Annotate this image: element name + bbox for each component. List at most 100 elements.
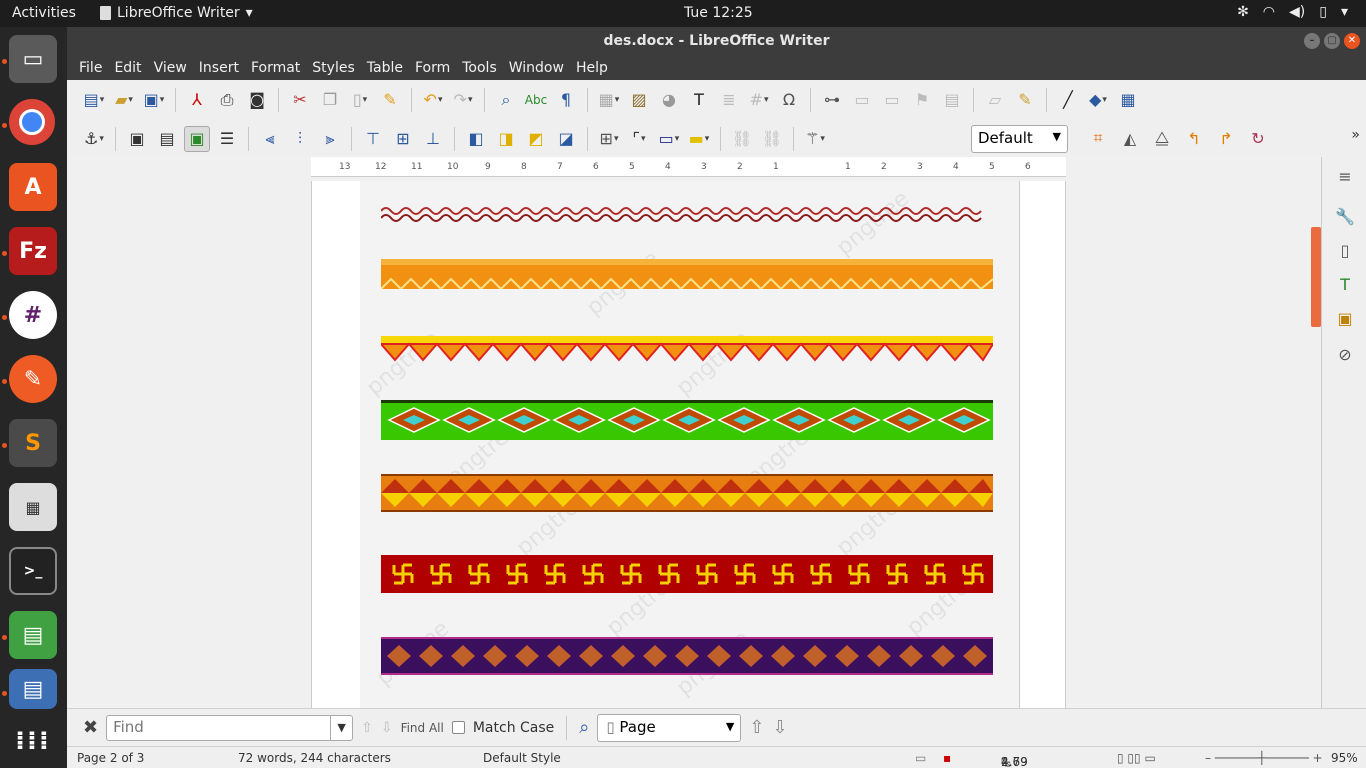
menu-format[interactable]: Format bbox=[245, 60, 306, 76]
horizontal-ruler[interactable]: 13 12 11 10 9 8 7 6 5 4 3 2 1 1 2 3 4 5 … bbox=[311, 157, 1066, 177]
view-layout-icons[interactable]: ▯ ▯▯ ▭ bbox=[1117, 751, 1156, 765]
find-input[interactable]: Find ▼ bbox=[106, 714, 354, 741]
overflow-chevron-icon[interactable]: » bbox=[1351, 127, 1360, 143]
align-center-icon[interactable]: ⫶ bbox=[287, 126, 313, 152]
software-icon[interactable]: A bbox=[9, 163, 57, 211]
anchor-icon[interactable]: ⚓ bbox=[81, 126, 107, 152]
menu-tools[interactable]: Tools bbox=[456, 60, 503, 76]
menu-form[interactable]: Form bbox=[409, 60, 456, 76]
apps-grid-icon[interactable]: ⁞⁞⁞ bbox=[9, 717, 57, 765]
find-next-icon[interactable]: ⇩ bbox=[381, 720, 393, 736]
print-preview-icon[interactable]: ◙ bbox=[244, 87, 270, 113]
sidebar-menu-icon[interactable]: ≡ bbox=[1334, 165, 1356, 187]
align-bottom-icon[interactable]: ⊥ bbox=[420, 126, 446, 152]
image-frame[interactable]: pngtree pngtree pngtree pngtree pngtree … bbox=[360, 181, 1020, 708]
wrap-off-icon[interactable]: ▣ bbox=[124, 126, 150, 152]
insert-textbox-icon[interactable]: T bbox=[686, 87, 712, 113]
selection-mode-icon[interactable]: ▭ bbox=[915, 751, 926, 765]
insert-field-icon[interactable]: # bbox=[746, 87, 772, 113]
navigate-down-icon[interactable]: ⇩ bbox=[772, 717, 787, 738]
postman-icon[interactable]: ✎ bbox=[9, 355, 57, 403]
minimize-button[interactable]: – bbox=[1304, 33, 1320, 49]
border-color-icon[interactable]: ▭ bbox=[656, 126, 682, 152]
send-backward-icon[interactable]: ◨ bbox=[493, 126, 519, 152]
copy-icon[interactable]: ❐ bbox=[317, 87, 343, 113]
undo-icon[interactable]: ↶ bbox=[420, 87, 446, 113]
navigator-icon[interactable]: ⊘ bbox=[1334, 343, 1356, 365]
properties-icon[interactable]: 🔧 bbox=[1334, 205, 1356, 227]
endnote-icon[interactable]: ▭ bbox=[879, 87, 905, 113]
export-pdf-icon[interactable]: ⅄ bbox=[184, 87, 210, 113]
chevron-down-icon[interactable]: ▼ bbox=[330, 715, 352, 740]
search-type-select[interactable]: ▯ Page ▼ bbox=[597, 713, 742, 742]
maximize-button[interactable]: ▢ bbox=[1324, 33, 1340, 49]
save-icon[interactable]: ▣ bbox=[141, 87, 167, 113]
page-icon[interactable]: ▯ bbox=[1334, 239, 1356, 261]
menu-view[interactable]: View bbox=[148, 60, 193, 76]
basic-shapes-icon[interactable]: ◆ bbox=[1085, 87, 1111, 113]
spellcheck-icon[interactable]: Abc bbox=[523, 87, 549, 113]
cross-reference-icon[interactable]: ▤ bbox=[939, 87, 965, 113]
wrap-optimal-icon[interactable]: ▣ bbox=[184, 125, 210, 152]
terminal-icon[interactable]: >_ bbox=[9, 547, 57, 595]
menu-table[interactable]: Table bbox=[361, 60, 409, 76]
background-color-icon[interactable]: ▬ bbox=[686, 126, 712, 152]
zoom-level[interactable]: 95% bbox=[1331, 751, 1358, 765]
rotate-left-icon[interactable]: ↰ bbox=[1181, 125, 1207, 151]
flip-horizontal-icon[interactable]: ⧋ bbox=[1149, 125, 1175, 151]
menu-styles[interactable]: Styles bbox=[306, 60, 360, 76]
to-background-icon[interactable]: ◪ bbox=[553, 126, 579, 152]
filezilla-icon[interactable]: Fz bbox=[9, 227, 57, 275]
menu-file[interactable]: File bbox=[73, 60, 108, 76]
open-folder-icon[interactable]: ▰ bbox=[111, 87, 137, 113]
close-find-icon[interactable]: ✖ bbox=[83, 717, 98, 738]
bookmark-icon[interactable]: ⚑ bbox=[909, 87, 935, 113]
rotate-icon[interactable]: ↻ bbox=[1245, 125, 1271, 151]
align-top-icon[interactable]: ⊤ bbox=[360, 126, 386, 152]
menu-insert[interactable]: Insert bbox=[193, 60, 245, 76]
align-left-icon[interactable]: ⫷ bbox=[257, 126, 283, 152]
align-right-icon[interactable]: ⫸ bbox=[317, 126, 343, 152]
clone-formatting-icon[interactable]: ✎ bbox=[377, 87, 403, 113]
sublime-icon[interactable]: S bbox=[9, 419, 57, 467]
frame-style-select[interactable]: Default ▼ bbox=[971, 125, 1068, 153]
find-previous-icon[interactable]: ⇧ bbox=[361, 720, 373, 736]
insert-table-icon[interactable]: ▦ bbox=[596, 87, 622, 113]
volume-icon[interactable]: ◀) bbox=[1289, 4, 1305, 20]
insert-image-icon[interactable]: ▨ bbox=[626, 87, 652, 113]
activities-button[interactable]: Activities bbox=[12, 5, 76, 21]
find-all-button[interactable]: Find All bbox=[401, 721, 444, 735]
border-style-icon[interactable]: ⌜ bbox=[626, 126, 652, 152]
system-tray[interactable]: ✻ ◠ ◀) ▯ ▾ bbox=[1237, 4, 1348, 20]
close-button[interactable]: ✕ bbox=[1344, 33, 1360, 49]
to-foreground-icon[interactable]: ◩ bbox=[523, 126, 549, 152]
page-style[interactable]: Default Style bbox=[483, 751, 561, 765]
new-document-icon[interactable]: ▤ bbox=[81, 87, 107, 113]
calc-icon[interactable]: ▤ bbox=[9, 611, 57, 659]
special-character-icon[interactable]: Ω bbox=[776, 87, 802, 113]
align-middle-icon[interactable]: ⊞ bbox=[390, 126, 416, 152]
page-count[interactable]: Page 2 of 3 bbox=[77, 751, 144, 765]
files-icon[interactable]: ▭ bbox=[9, 35, 57, 83]
gallery-icon[interactable]: ▣ bbox=[1334, 307, 1356, 329]
paste-icon[interactable]: ▯ bbox=[347, 87, 373, 113]
menu-window[interactable]: Window bbox=[503, 60, 570, 76]
formatting-marks-icon[interactable]: ¶ bbox=[553, 87, 579, 113]
styles-icon[interactable]: T bbox=[1334, 273, 1356, 295]
menu-edit[interactable]: Edit bbox=[108, 60, 147, 76]
find-replace-icon[interactable]: ⌕ bbox=[493, 87, 519, 113]
comment-icon[interactable]: ▱ bbox=[982, 87, 1008, 113]
crop-icon[interactable]: ⌗ bbox=[1085, 125, 1111, 151]
power-menu-icon[interactable]: ▾ bbox=[1341, 4, 1348, 20]
writer-icon[interactable]: ▤ bbox=[9, 669, 57, 709]
battery-icon[interactable]: ▯ bbox=[1319, 4, 1327, 20]
track-changes-icon[interactable]: ✎ bbox=[1012, 87, 1038, 113]
borders-icon[interactable]: ⊞ bbox=[596, 126, 622, 152]
bring-forward-icon[interactable]: ◧ bbox=[463, 126, 489, 152]
unlink-frames-icon[interactable]: ⛓ bbox=[759, 126, 785, 152]
wifi-icon[interactable]: ◠ bbox=[1263, 4, 1275, 20]
wrap-through-icon[interactable]: ☰ bbox=[214, 126, 240, 152]
clock[interactable]: Tue 12:25 bbox=[684, 5, 753, 21]
app-menu[interactable]: LibreOffice Writer ▾ bbox=[100, 5, 253, 21]
document-page[interactable]: pngtree pngtree pngtree pngtree pngtree … bbox=[311, 181, 1066, 708]
